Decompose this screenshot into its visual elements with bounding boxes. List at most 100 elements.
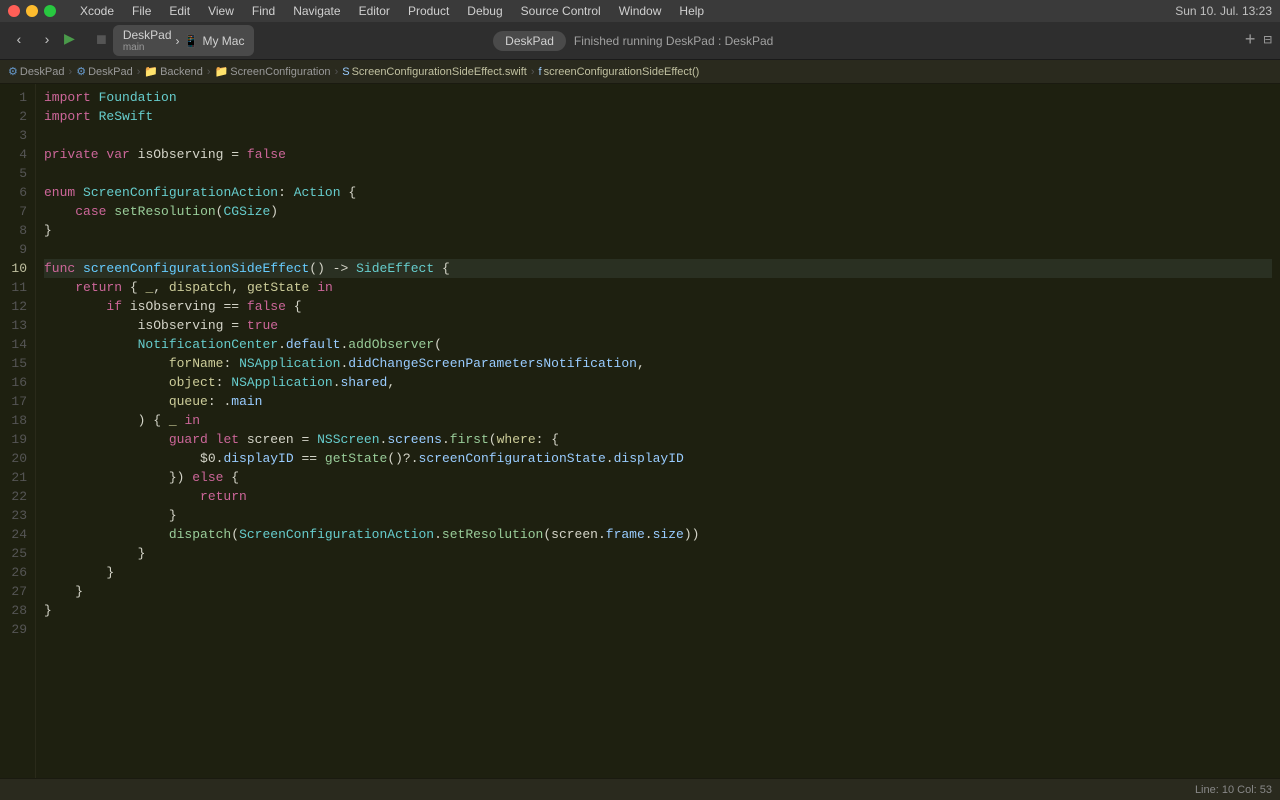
menu-edit[interactable]: Edit [161, 4, 198, 18]
ln-11: 11 [4, 278, 27, 297]
ln-26: 26 [4, 563, 27, 582]
menu-navigate[interactable]: Navigate [285, 4, 348, 18]
menu-source-control[interactable]: Source Control [513, 4, 609, 18]
scheme-selector[interactable]: DeskPad main › 📱 My Mac [113, 25, 255, 56]
build-status: Finished running DeskPad : DeskPad [574, 34, 773, 48]
breadcrumb-screenconfiguration[interactable]: ScreenConfiguration [230, 66, 330, 78]
breadcrumb-icon-4: S [342, 66, 349, 78]
code-line-17: queue: .main [44, 392, 1272, 411]
breadcrumb-icon-3: 📁 [215, 65, 229, 78]
maximize-button[interactable] [44, 5, 56, 17]
menu-window[interactable]: Window [611, 4, 670, 18]
menu-editor[interactable]: Editor [351, 4, 398, 18]
code-line-26: } [44, 563, 1272, 582]
code-area[interactable]: import Foundation import ReSwift private… [36, 84, 1280, 778]
ln-20: 20 [4, 449, 27, 468]
code-line-24: dispatch(ScreenConfigurationAction.setRe… [44, 525, 1272, 544]
menu-xcode[interactable]: Xcode [72, 4, 122, 18]
ln-21: 21 [4, 468, 27, 487]
forward-button[interactable]: › [36, 30, 58, 52]
breadcrumb-icon-2: 📁 [144, 65, 158, 78]
ln-28: 28 [4, 601, 27, 620]
ln-7: 7 [4, 202, 27, 221]
ln-18: 18 [4, 411, 27, 430]
tab-pill[interactable]: DeskPad [493, 31, 566, 51]
ln-16: 16 [4, 373, 27, 392]
code-line-1: import Foundation [44, 88, 1272, 107]
menu-debug[interactable]: Debug [459, 4, 510, 18]
breadcrumb-deskpad2[interactable]: DeskPad [88, 66, 133, 78]
breadcrumb-deskpad1[interactable]: DeskPad [20, 66, 65, 78]
code-line-16: object: NSApplication.shared, [44, 373, 1272, 392]
ln-6: 6 [4, 183, 27, 202]
code-line-2: import ReSwift [44, 107, 1272, 126]
code-line-7: case setResolution(CGSize) [44, 202, 1272, 221]
code-line-11: return { _, dispatch, getState in [44, 278, 1272, 297]
toolbar-center: DeskPad Finished running DeskPad : DeskP… [493, 31, 773, 51]
breadcrumb-icon-1: ⚙ [76, 65, 86, 78]
ln-17: 17 [4, 392, 27, 411]
add-icon[interactable]: + [1245, 31, 1256, 51]
menu-find[interactable]: Find [244, 4, 283, 18]
code-line-25: } [44, 544, 1272, 563]
ln-13: 13 [4, 316, 27, 335]
code-line-3 [44, 126, 1272, 145]
breadcrumb-file[interactable]: ScreenConfigurationSideEffect.swift [352, 66, 527, 78]
breadcrumb-func[interactable]: screenConfigurationSideEffect() [544, 66, 700, 78]
target-name: 📱 [184, 34, 199, 48]
code-line-8: } [44, 221, 1272, 240]
title-bar-right: Sun 10. Jul. 13:23 [1175, 4, 1272, 18]
traffic-lights [8, 5, 56, 17]
ln-4: 4 [4, 145, 27, 164]
status-bar: Line: 10 Col: 53 [0, 778, 1280, 800]
title-bar: Xcode File Edit View Find Navigate Edito… [0, 0, 1280, 22]
code-line-13: isObserving = true [44, 316, 1272, 335]
code-line-29 [44, 620, 1272, 639]
ln-9: 9 [4, 240, 27, 259]
menu-product[interactable]: Product [400, 4, 457, 18]
menu-help[interactable]: Help [671, 4, 712, 18]
ln-10: 10 [4, 259, 27, 278]
toolbar: ‹ › ▶ ■ DeskPad main › 📱 My Mac DeskPad … [0, 22, 1280, 60]
ln-12: 12 [4, 297, 27, 316]
breadcrumb-backend[interactable]: Backend [160, 66, 203, 78]
code-line-18: ) { _ in [44, 411, 1272, 430]
breadcrumb-icon-0: ⚙ [8, 65, 18, 78]
ln-27: 27 [4, 582, 27, 601]
close-button[interactable] [8, 5, 20, 17]
run-button[interactable]: ▶ [64, 28, 90, 54]
code-line-21: }) else { [44, 468, 1272, 487]
code-line-28: } [44, 601, 1272, 620]
menu-view[interactable]: View [200, 4, 242, 18]
minimize-button[interactable] [26, 5, 38, 17]
code-line-19: guard let screen = NSScreen.screens.firs… [44, 430, 1272, 449]
code-line-4: private var isObserving = false [44, 145, 1272, 164]
split-editor-icon[interactable]: ⊟ [1264, 32, 1272, 49]
menu-file[interactable]: File [124, 4, 159, 18]
breadcrumb-icon-5: f [539, 66, 542, 78]
target-label: My Mac [202, 34, 244, 48]
back-button[interactable]: ‹ [8, 30, 30, 52]
editor: 1 2 3 4 5 6 7 8 9 10 11 12 13 14 15 16 1… [0, 84, 1280, 778]
cursor-position: Line: 10 Col: 53 [1195, 784, 1272, 796]
code-line-6: enum ScreenConfigurationAction: Action { [44, 183, 1272, 202]
code-line-15: forName: NSApplication.didChangeScreenPa… [44, 354, 1272, 373]
ln-2: 2 [4, 107, 27, 126]
code-line-27: } [44, 582, 1272, 601]
ln-29: 29 [4, 620, 27, 639]
breadcrumb: ⚙ DeskPad › ⚙ DeskPad › 📁 Backend › 📁 Sc… [0, 60, 1280, 84]
code-line-14: NotificationCenter.default.addObserver( [44, 335, 1272, 354]
code-line-10: func screenConfigurationSideEffect() -> … [44, 259, 1272, 278]
code-line-20: $0.displayID == getState()?.screenConfig… [44, 449, 1272, 468]
ln-25: 25 [4, 544, 27, 563]
code-line-12: if isObserving == false { [44, 297, 1272, 316]
menu-bar: Xcode File Edit View Find Navigate Edito… [72, 4, 712, 18]
stop-button[interactable]: ■ [96, 31, 107, 51]
scheme-sub: main [123, 42, 172, 53]
ln-19: 19 [4, 430, 27, 449]
status-right: Line: 10 Col: 53 [1195, 784, 1272, 796]
ln-8: 8 [4, 221, 27, 240]
ln-22: 22 [4, 487, 27, 506]
code-line-9 [44, 240, 1272, 259]
line-numbers: 1 2 3 4 5 6 7 8 9 10 11 12 13 14 15 16 1… [0, 84, 36, 778]
